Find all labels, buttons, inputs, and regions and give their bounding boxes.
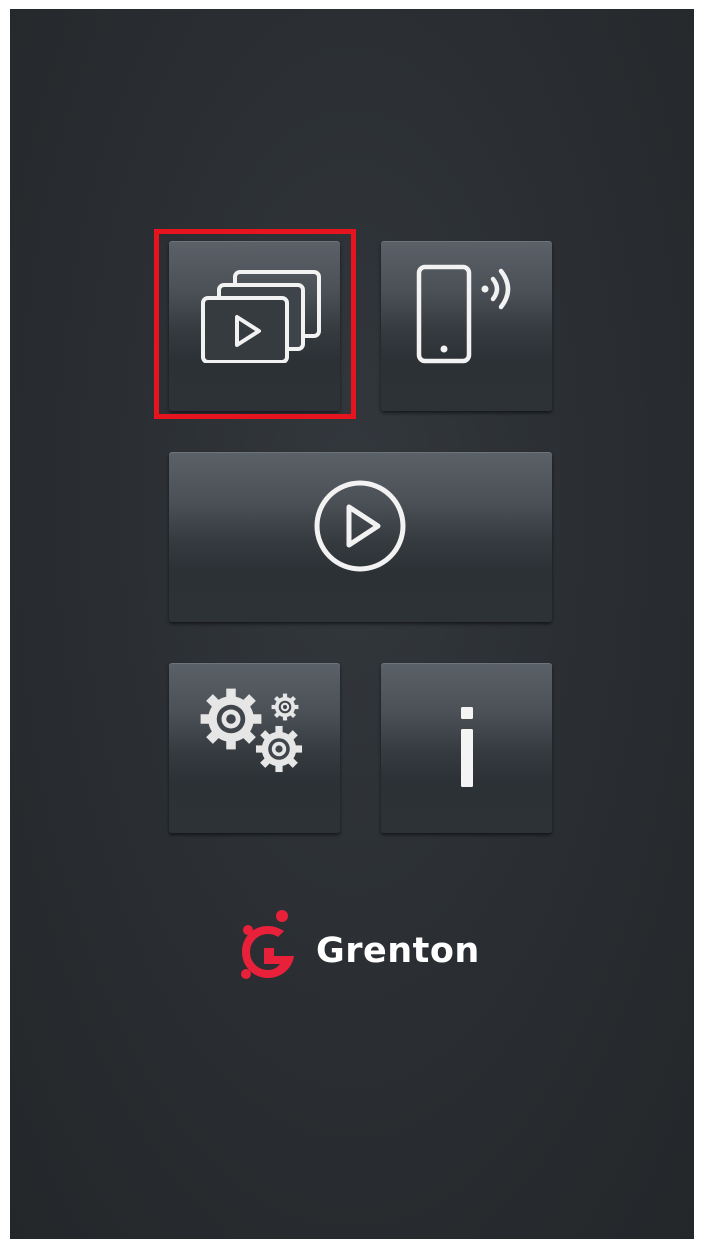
remote-control-button[interactable]	[381, 241, 552, 411]
slideshow-icon	[201, 270, 321, 363]
slideshow-button[interactable]	[169, 241, 340, 411]
info-button[interactable]	[381, 663, 552, 833]
gears-icon	[200, 688, 303, 773]
info-icon	[461, 707, 473, 787]
settings-button[interactable]	[169, 663, 340, 833]
brand-name: Grenton	[316, 931, 480, 971]
play-button[interactable]	[169, 452, 552, 622]
app-screen: Grenton	[10, 9, 694, 1239]
play-circle-icon	[314, 480, 406, 572]
grenton-logo-icon	[241, 910, 294, 979]
phone-remote-icon	[416, 264, 511, 364]
